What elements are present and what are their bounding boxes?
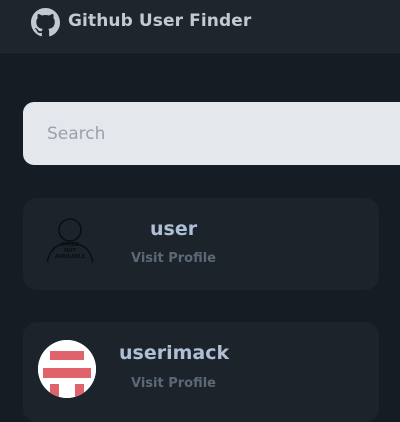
visit-profile-link[interactable]: Visit Profile xyxy=(131,376,216,391)
github-icon[interactable] xyxy=(31,8,60,37)
user-card: userimack Visit Profile xyxy=(23,322,379,422)
svg-text:AVAILABLE: AVAILABLE xyxy=(55,254,86,260)
app-title: Github User Finder xyxy=(68,11,252,31)
navbar: Github User Finder xyxy=(0,0,400,53)
visit-profile-link[interactable]: Visit Profile xyxy=(131,251,216,266)
user-card: IMAGE NOT AVAILABLE user Visit Profile xyxy=(23,198,379,290)
search-input[interactable] xyxy=(23,102,400,165)
username: user xyxy=(150,218,198,240)
avatar-placeholder-icon: IMAGE NOT AVAILABLE xyxy=(39,210,101,272)
username: userimack xyxy=(119,342,230,364)
identicon-avatar xyxy=(38,340,96,398)
